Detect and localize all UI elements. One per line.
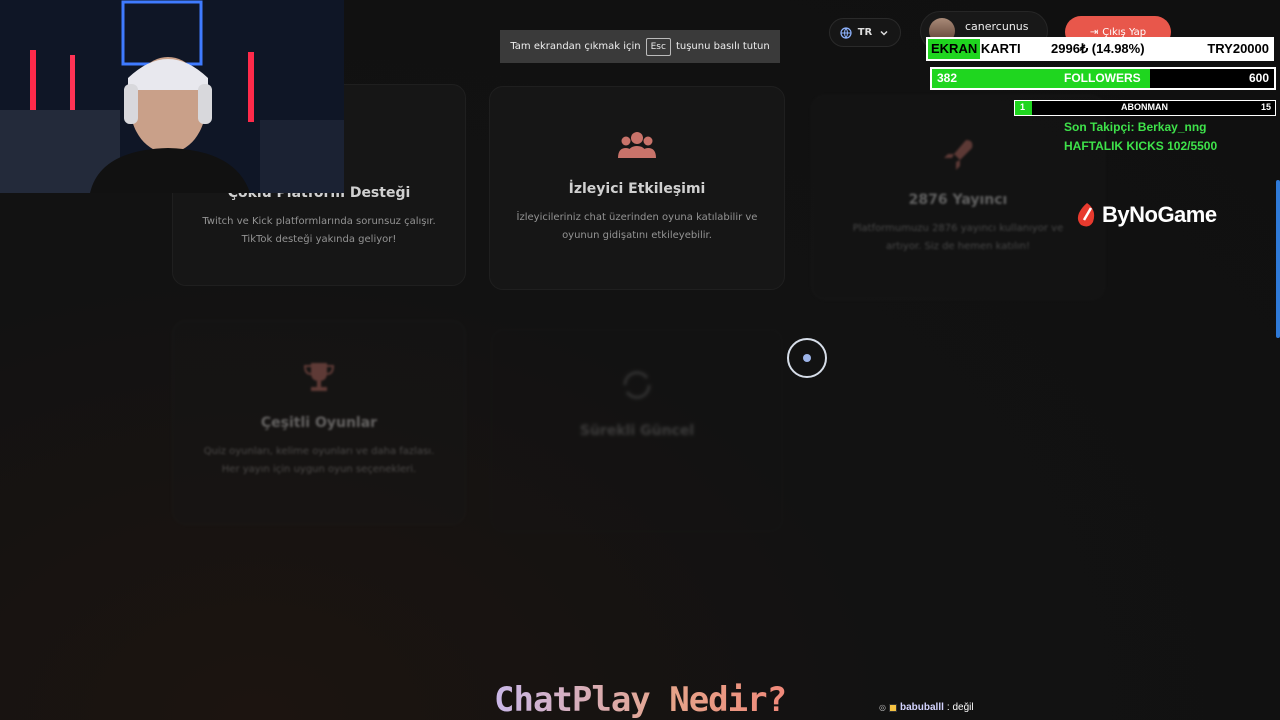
trophy-icon <box>303 363 335 391</box>
feature-desc-line: oyunun gidişatını etkileyebilir. <box>562 230 712 241</box>
webcam-overlay <box>0 0 344 193</box>
feature-desc-line: Her yayın için uygun oyun seçenekleri. <box>221 464 417 475</box>
feature-title: Sürekli Güncel <box>579 423 695 439</box>
feature-desc: İzleyicileriniz chat üzerinden oyuna kat… <box>497 209 778 245</box>
chevron-down-icon <box>880 30 888 36</box>
language-label: TR <box>857 27 873 38</box>
feature-card-games: Çeşitli Oyunlar Quiz oyunları, kelime oy… <box>172 320 466 525</box>
subscriber-target: 15 <box>1260 102 1271 112</box>
language-selector[interactable]: TR <box>829 18 901 47</box>
globe-icon <box>840 26 852 39</box>
gpu-goal-target: TRY20000 <box>1207 41 1269 56</box>
feature-desc-line: TikTok desteği yakında geliyor! <box>241 234 397 245</box>
feature-title: Çeşitli Oyunlar <box>260 415 378 431</box>
feature-title: 2876 Yayıncı <box>908 192 1008 208</box>
followers-goal-bar: 382 FOLLOWERS 600 <box>930 67 1276 90</box>
refresh-icon <box>623 371 651 399</box>
gpu-donation-goal-bar: EKRAN KARTI 2996₺ (14.98%) TRY20000 <box>926 37 1274 61</box>
feature-desc-line: Twitch ve Kick platformlarında sorunsuz … <box>202 216 436 227</box>
feature-desc-line: İzleyicileriniz chat üzerinden oyuna kat… <box>516 212 758 223</box>
cursor-dot <box>803 354 811 362</box>
feature-desc: Platformumuzu 2876 yayıncı kullanıyor ve… <box>833 220 1084 256</box>
feature-title: İzleyici Etkileşimi <box>568 181 706 197</box>
subscriber-label: ABONMAN <box>1121 102 1168 112</box>
users-icon <box>618 132 656 158</box>
logout-icon: ⇥ <box>1089 26 1099 38</box>
fullscreen-exit-hint: Tam ekrandan çıkmak için Esc tuşunu bası… <box>500 30 780 63</box>
chat-message: ◎ babuballl : değil <box>879 702 974 713</box>
esc-key-badge: Esc <box>645 37 671 56</box>
followers-current: 382 <box>937 71 958 85</box>
rocket-icon <box>944 140 973 170</box>
hint-text: tuşunu basılı tutun <box>675 41 770 52</box>
feature-desc-line: artıyor. Siz de hemen katılın! <box>885 241 1030 252</box>
chat-nick: babuballl <box>899 702 944 713</box>
section-heading: ChatPlay Nedir? <box>494 680 787 720</box>
scrollbar-thumb[interactable] <box>1276 180 1280 338</box>
feature-card-streamers: 2876 Yayıncı Platformumuzu 2876 yayıncı … <box>811 95 1105 300</box>
feature-card-updates: Sürekli Güncel <box>490 328 784 533</box>
sponsor-name: ByNoGame <box>1102 202 1217 227</box>
weekly-kicks-text: HAFTALIK KICKS 102/5500 <box>1064 139 1218 153</box>
subscriber-goal-bar: 1 ABONMAN 15 <box>1014 100 1276 116</box>
bynogame-logo-icon <box>1077 203 1095 227</box>
feature-card-viewer-interaction: İzleyici Etkileşimi İzleyicileriniz chat… <box>489 86 785 290</box>
subscriber-current: 1 <box>1020 102 1026 112</box>
feature-desc: Twitch ve Kick platformlarında sorunsuz … <box>182 213 455 249</box>
chat-badge-icon: ◎ <box>879 703 886 712</box>
sponsor-logo: ByNoGame <box>1076 202 1217 228</box>
hint-text: Tam ekrandan çıkmak için <box>510 41 641 52</box>
gpu-goal-label: EKRAN KARTI <box>931 41 1021 56</box>
followers-label: FOLLOWERS <box>1064 71 1141 85</box>
username: canercunus <box>965 20 1029 33</box>
webcam-image <box>0 0 344 193</box>
followers-target: 600 <box>1248 71 1269 85</box>
logout-label: Çıkış Yap <box>1102 26 1147 38</box>
feature-desc: Quiz oyunları, kelime oyunları ve daha f… <box>184 443 455 479</box>
feature-desc-line: Quiz oyunları, kelime oyunları ve daha f… <box>203 446 435 457</box>
cursor-highlight <box>787 338 827 378</box>
gpu-goal-current: 2996₺ (14.98%) <box>1051 41 1145 56</box>
chat-text: : değil <box>946 702 974 713</box>
last-follower-text: Son Takipçi: Berkay_nng <box>1064 120 1207 134</box>
feature-desc-line: Platformumuzu 2876 yayıncı kullanıyor ve <box>852 223 1064 234</box>
sub-badge-icon <box>888 703 897 712</box>
